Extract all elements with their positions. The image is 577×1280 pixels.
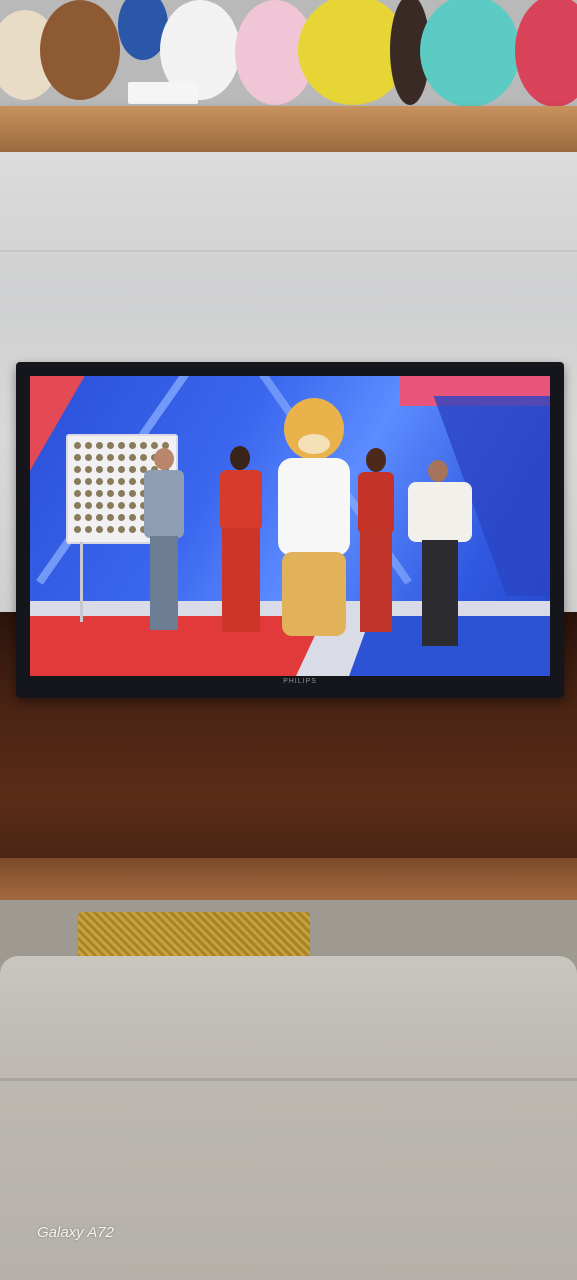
- lottery-ball: [107, 454, 114, 461]
- lottery-ball: [107, 526, 114, 533]
- lottery-ball: [96, 478, 103, 485]
- lottery-ball: [107, 490, 114, 497]
- lottery-ball: [118, 466, 125, 473]
- lottery-ball: [96, 526, 103, 533]
- tv-brand-logo: PHILIPS: [283, 678, 317, 685]
- lottery-ball: [85, 514, 92, 521]
- ball-board-stand: [80, 542, 83, 622]
- lottery-ball: [118, 502, 125, 509]
- lottery-ball: [85, 478, 92, 485]
- lottery-ball: [74, 502, 81, 509]
- lottery-ball: [118, 526, 125, 533]
- lottery-ball: [118, 454, 125, 461]
- lottery-ball: [85, 526, 92, 533]
- tag-card: [128, 82, 198, 104]
- host-grey-suit: [142, 448, 186, 636]
- lottery-ball: [96, 514, 103, 521]
- lottery-ball: [85, 502, 92, 509]
- lottery-ball: [107, 502, 114, 509]
- lottery-ball: [107, 514, 114, 521]
- lottery-ball: [74, 490, 81, 497]
- lottery-ball: [74, 442, 81, 449]
- wooden-shelf: [0, 106, 577, 152]
- lottery-ball: [74, 514, 81, 521]
- lottery-ball: [118, 478, 125, 485]
- lottery-ball: [129, 502, 136, 509]
- plush-toy-monkey: [40, 0, 120, 100]
- lottery-ball: [96, 502, 103, 509]
- lottery-ball: [118, 490, 125, 497]
- lottery-ball: [107, 478, 114, 485]
- lottery-ball: [96, 454, 103, 461]
- lottery-ball: [129, 454, 136, 461]
- lottery-ball: [107, 466, 114, 473]
- lottery-ball: [96, 466, 103, 473]
- lottery-ball: [85, 490, 92, 497]
- plush-toy-teal: [420, 0, 520, 107]
- tv-screen: [30, 376, 550, 676]
- lottery-ball: [85, 454, 92, 461]
- lottery-ball: [118, 514, 125, 521]
- mascot-bear: [278, 398, 350, 642]
- lottery-ball: [74, 526, 81, 533]
- lottery-ball: [129, 514, 136, 521]
- lottery-ball: [74, 478, 81, 485]
- presenter-red-outfit: [350, 448, 402, 638]
- lottery-ball: [129, 526, 136, 533]
- lottery-ball: [85, 466, 92, 473]
- sofa-seam: [0, 1078, 577, 1081]
- camera-watermark: Galaxy A72: [37, 1224, 114, 1241]
- lottery-ball: [129, 490, 136, 497]
- lottery-ball: [74, 466, 81, 473]
- lottery-ball: [96, 442, 103, 449]
- host-white-jacket: [400, 460, 480, 652]
- plush-toy-red: [515, 0, 577, 107]
- wall-molding: [0, 250, 577, 252]
- lottery-ball: [118, 442, 125, 449]
- lottery-ball: [107, 442, 114, 449]
- lottery-ball: [74, 454, 81, 461]
- lottery-ball: [129, 478, 136, 485]
- lottery-ball: [129, 466, 136, 473]
- presenter-red-jumpsuit: [212, 446, 270, 638]
- lottery-ball: [96, 490, 103, 497]
- lottery-ball: [129, 442, 136, 449]
- lottery-ball: [85, 442, 92, 449]
